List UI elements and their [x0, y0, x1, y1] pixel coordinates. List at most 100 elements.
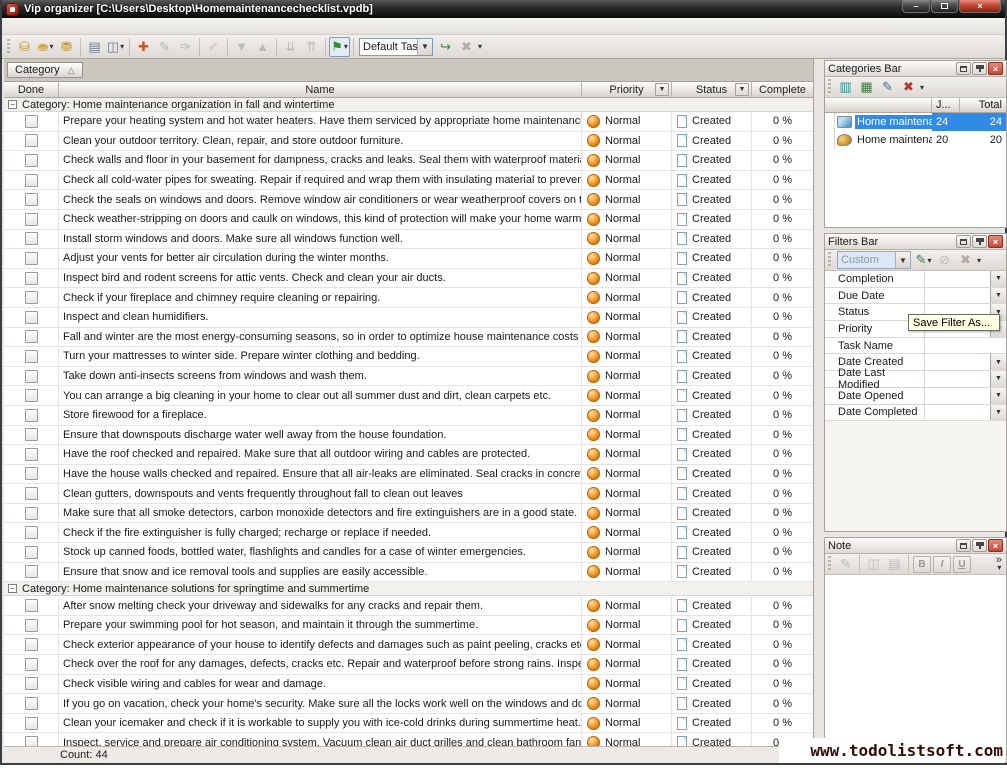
task-row[interactable]: Ensure that downspouts discharge water w… [4, 426, 813, 446]
task-row[interactable]: Inspect, service and prepare air conditi… [4, 733, 813, 746]
categories-close-button[interactable]: × [988, 62, 1003, 75]
priority-cell[interactable]: Normal [582, 675, 672, 694]
done-checkbox[interactable] [25, 658, 38, 671]
task-row[interactable]: Inspect bird and rodent screens for atti… [4, 269, 813, 289]
priority-cell[interactable]: Normal [582, 132, 672, 151]
done-checkbox[interactable] [25, 428, 38, 441]
category-group-row[interactable]: − Category: Home maintenance organizatio… [4, 98, 813, 112]
name-cell[interactable]: Store firewood for a fireplace. [59, 406, 582, 425]
filter-row[interactable]: Completion ▼ [825, 271, 1006, 288]
note-close-button[interactable]: × [988, 539, 1003, 552]
print-preview-button[interactable]: ◫▾ [105, 37, 126, 57]
name-cell[interactable]: Ensure that snow and ice removal tools a… [59, 563, 582, 582]
filter-row[interactable]: Task Name ▼ [825, 338, 1006, 355]
done-checkbox[interactable] [25, 213, 38, 226]
complete-cell[interactable]: 0 % [752, 347, 813, 366]
priority-cell[interactable]: Normal [582, 151, 672, 170]
italic-button[interactable]: I [933, 556, 951, 573]
task-row[interactable]: Check visible wiring and cables for wear… [4, 675, 813, 695]
status-cell[interactable]: Created [672, 367, 752, 386]
note-content[interactable] [825, 575, 1006, 762]
maximize-button[interactable] [931, 0, 958, 13]
complete-cell[interactable]: 0 % [752, 563, 813, 582]
name-cell[interactable]: Turn your mattresses to winter side. Pre… [59, 347, 582, 366]
edit-task-button[interactable]: ✎ [154, 37, 175, 57]
done-checkbox[interactable] [25, 311, 38, 324]
done-checkbox[interactable] [25, 252, 38, 265]
status-cell[interactable]: Created [672, 635, 752, 654]
name-cell[interactable]: After snow melting check your driveway a… [59, 596, 582, 615]
done-checkbox[interactable] [25, 291, 38, 304]
categories-restore-button[interactable] [956, 62, 971, 75]
filter-preset-combobox[interactable]: Custom ▼ [837, 251, 911, 269]
name-cell[interactable]: Check if your fireplace and chimney requ… [59, 288, 582, 307]
complete-cell[interactable]: 0 % [752, 523, 813, 542]
status-cell[interactable]: Created [672, 132, 752, 151]
task-row[interactable]: Have the house walls checked and repaire… [4, 465, 813, 485]
task-row[interactable]: Check exterior appearance of your house … [4, 635, 813, 655]
column-header-done[interactable]: Done [4, 82, 59, 97]
done-checkbox[interactable] [25, 174, 38, 187]
status-cell[interactable]: Created [672, 543, 752, 562]
priority-cell[interactable]: Normal [582, 523, 672, 542]
menu-item-categories[interactable] [50, 25, 64, 27]
name-cell[interactable]: Adjust your vents for better air circula… [59, 249, 582, 268]
priority-filter-button[interactable]: ▼ [655, 83, 669, 96]
move-down-button[interactable]: ▼ [231, 37, 252, 57]
task-row[interactable]: Clean your icemaker and check if it is w… [4, 714, 813, 734]
task-row[interactable]: Clean your outdoor territory. Clean, rep… [4, 132, 813, 152]
status-cell[interactable]: Created [672, 151, 752, 170]
category-tree-row[interactable]: Home maintenance solut 20 20 [825, 131, 1006, 149]
name-cell[interactable]: Take down anti-insects screens from wind… [59, 367, 582, 386]
status-cell[interactable]: Created [672, 733, 752, 746]
menu-item-file[interactable] [8, 25, 22, 27]
move-to-bottom-button[interactable]: ⇊ [280, 37, 301, 57]
task-row[interactable]: Have the roof checked and repaired. Make… [4, 445, 813, 465]
status-cell[interactable]: Created [672, 694, 752, 713]
save-note-button[interactable]: ✎ [835, 554, 856, 574]
complete-cell[interactable]: 0 % [752, 171, 813, 190]
filter-dropdown-button[interactable]: ▼ [990, 388, 1006, 404]
name-cell[interactable]: Clean your outdoor territory. Clean, rep… [59, 132, 582, 151]
done-checkbox[interactable] [25, 487, 38, 500]
name-cell[interactable]: Inspect and clean humidifiers. [59, 308, 582, 327]
column-header-status[interactable]: Status ▼ [672, 82, 752, 97]
complete-cell[interactable]: 0 % [752, 543, 813, 562]
done-checkbox[interactable] [25, 507, 38, 520]
done-checkbox[interactable] [25, 330, 38, 343]
move-to-top-button[interactable]: ⇈ [301, 37, 322, 57]
priority-cell[interactable]: Normal [582, 465, 672, 484]
status-cell[interactable]: Created [672, 675, 752, 694]
complete-cell[interactable]: 0 % [752, 367, 813, 386]
priority-cell[interactable]: Normal [582, 386, 672, 405]
view-filter-button[interactable]: ⚑▾ [329, 37, 350, 57]
filter-value-field[interactable] [925, 405, 990, 421]
task-row[interactable]: Check the seals on windows and doors. Re… [4, 190, 813, 210]
status-cell[interactable]: Created [672, 230, 752, 249]
filters-close-button[interactable]: × [988, 235, 1003, 248]
done-checkbox[interactable] [25, 232, 38, 245]
collapse-icon[interactable]: − [8, 100, 17, 109]
status-cell[interactable]: Created [672, 190, 752, 209]
task-row[interactable]: Check weather-stripping on doors and cau… [4, 210, 813, 230]
name-cell[interactable]: Have the roof checked and repaired. Make… [59, 445, 582, 464]
task-row[interactable]: Store firewood for a fireplace. Normal C… [4, 406, 813, 426]
category-total-column[interactable]: Total [960, 98, 1006, 112]
task-row[interactable]: If you go on vacation, check your home's… [4, 694, 813, 714]
status-cell[interactable]: Created [672, 504, 752, 523]
status-cell[interactable]: Created [672, 563, 752, 582]
name-cell[interactable]: Prepare your swimming pool for hot seaso… [59, 616, 582, 635]
name-cell[interactable]: Check over the roof for any damages, def… [59, 655, 582, 674]
status-filter-button[interactable]: ▼ [735, 83, 749, 96]
priority-cell[interactable]: Normal [582, 694, 672, 713]
priority-cell[interactable]: Normal [582, 210, 672, 229]
category-tree-row[interactable]: Home maintenance orga 24 24 [825, 113, 1006, 131]
complete-cell[interactable]: 0 % [752, 635, 813, 654]
complete-cell[interactable]: 0 % [752, 655, 813, 674]
task-row[interactable]: Make sure that all smoke detectors, carb… [4, 504, 813, 524]
menu-item-view[interactable] [22, 25, 36, 27]
priority-cell[interactable]: Normal [582, 635, 672, 654]
name-cell[interactable]: Clean gutters, downspouts and vents freq… [59, 484, 582, 503]
priority-cell[interactable]: Normal [582, 714, 672, 733]
complete-cell[interactable]: 0 % [752, 675, 813, 694]
